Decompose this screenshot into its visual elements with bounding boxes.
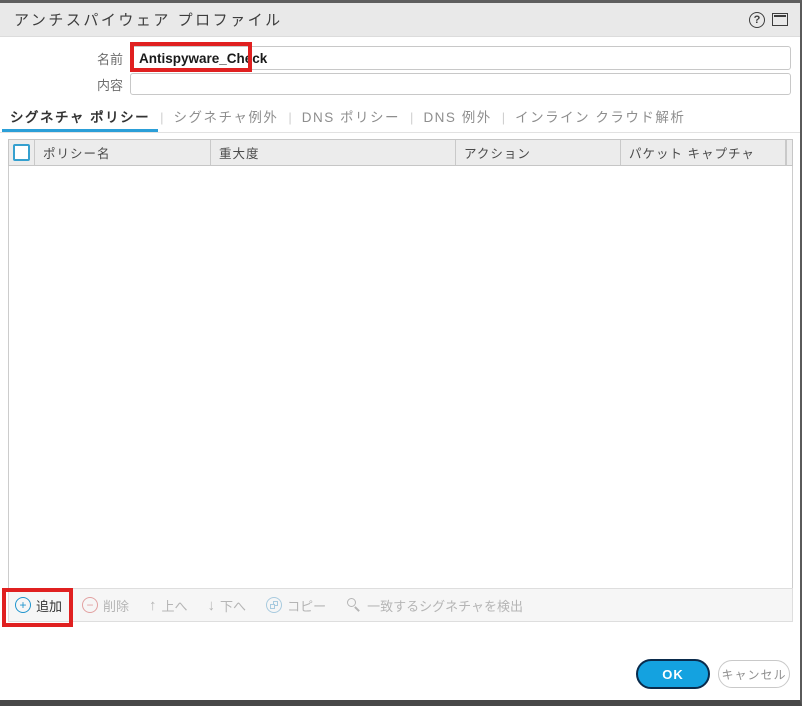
search-icon (346, 597, 362, 613)
name-input[interactable] (130, 46, 791, 70)
tab-separator: | (408, 103, 415, 132)
column-header-severity[interactable]: 重大度 (211, 140, 456, 165)
policy-table-body (8, 166, 793, 588)
delete-button-label: 削除 (103, 596, 129, 615)
name-label: 名前 (0, 49, 130, 68)
add-button[interactable]: + 追加 (15, 596, 62, 615)
move-down-button-label: 下へ (220, 596, 246, 615)
column-header-action[interactable]: アクション (456, 140, 621, 165)
window-icon[interactable] (772, 13, 788, 26)
table-toolbar: + 追加 − 削除 ↑ 上へ ↓ 下へ コピー 一致するシグネチャを検出 (8, 588, 793, 622)
dialog-title: アンチスパイウェア プロファイル (0, 9, 749, 30)
clone-button[interactable]: コピー (266, 596, 326, 615)
header-end-sliver (786, 140, 792, 165)
tab-separator: | (158, 103, 165, 132)
help-icon[interactable]: ? (749, 12, 765, 28)
add-button-label: 追加 (36, 596, 62, 615)
antispyware-profile-dialog: アンチスパイウェア プロファイル ? 名前 内容 シグネチャ ポリシー | シグ… (0, 0, 802, 706)
tab-inline-cloud-analysis[interactable]: インライン クラウド解析 (507, 103, 693, 132)
delete-button[interactable]: − 削除 (82, 596, 129, 615)
select-all-cell (9, 140, 35, 165)
add-icon: + (15, 597, 31, 613)
move-up-button-label: 上へ (162, 596, 188, 615)
ok-button[interactable]: OK (636, 659, 710, 689)
column-header-policy-name[interactable]: ポリシー名 (35, 140, 211, 165)
move-down-button[interactable]: ↓ 下へ (208, 596, 247, 615)
arrow-up-icon: ↑ (149, 598, 157, 613)
arrow-down-icon: ↓ (208, 598, 216, 613)
tab-signature-exceptions[interactable]: シグネチャ例外 (166, 103, 287, 132)
tab-separator: | (286, 103, 293, 132)
tab-dns-policies[interactable]: DNS ポリシー (294, 103, 408, 132)
titlebar-icons: ? (749, 12, 800, 28)
move-up-button[interactable]: ↑ 上へ (149, 596, 188, 615)
column-header-packet-capture[interactable]: パケット キャプチャ (621, 140, 786, 165)
delete-icon: − (82, 597, 98, 613)
profile-tabs: シグネチャ ポリシー | シグネチャ例外 | DNS ポリシー | DNS 例外… (0, 103, 800, 133)
clone-button-label: コピー (287, 596, 326, 615)
description-label: 内容 (0, 75, 130, 94)
name-row: 名前 (0, 46, 791, 70)
tab-separator: | (500, 103, 507, 132)
dialog-titlebar: アンチスパイウェア プロファイル ? (0, 3, 800, 37)
tab-signature-policies[interactable]: シグネチャ ポリシー (2, 103, 158, 132)
description-input[interactable] (130, 73, 791, 95)
clone-icon (266, 597, 282, 613)
description-row: 内容 (0, 73, 791, 95)
policy-table-header: ポリシー名 重大度 アクション パケット キャプチャ (8, 139, 793, 166)
tab-dns-exceptions[interactable]: DNS 例外 (415, 103, 499, 132)
find-matching-signatures-button[interactable]: 一致するシグネチャを検出 (346, 596, 523, 615)
select-all-checkbox[interactable] (13, 144, 30, 161)
find-button-label: 一致するシグネチャを検出 (367, 596, 523, 615)
cancel-button[interactable]: キャンセル (718, 660, 790, 688)
